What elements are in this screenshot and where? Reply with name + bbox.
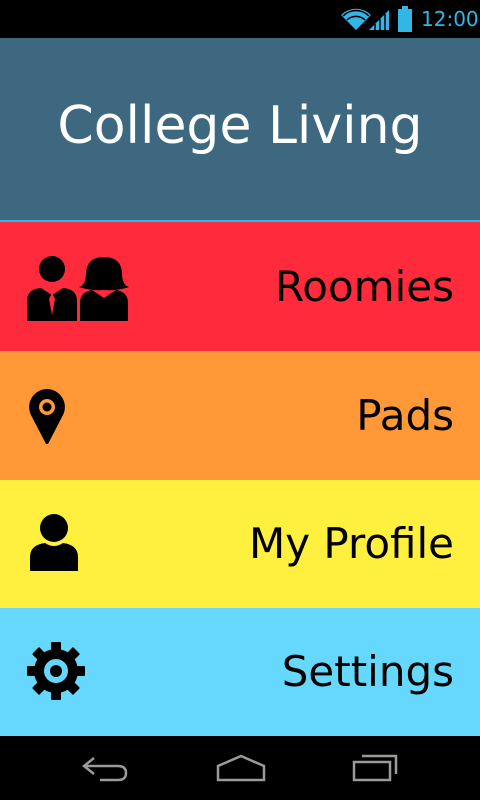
user-icon [30,514,78,571]
menu-item-pads[interactable]: Pads [0,351,480,480]
menu-label-settings: Settings [281,647,454,696]
recent-apps-icon[interactable] [350,750,402,786]
roommates-icon [27,256,129,321]
menu-item-my-profile[interactable]: My Profile [0,480,480,608]
home-icon[interactable] [212,750,270,786]
menu-label-pads: Pads [356,390,454,440]
navigation-bar [0,736,480,800]
location-pin-icon [29,389,65,444]
status-bar: 12:00 [0,0,480,38]
menu-label-roomies: Roomies [275,261,454,311]
back-icon[interactable] [80,750,132,786]
signal-icon [369,10,389,30]
status-clock: 12:00 [421,7,479,31]
menu-item-roomies[interactable]: Roomies [0,222,480,351]
menu-item-settings[interactable]: Settings [0,608,480,736]
app-title: College Living [57,96,423,156]
app-header: College Living [0,38,480,222]
gear-icon [27,642,85,700]
menu-label-my-profile: My Profile [248,519,454,568]
battery-icon [398,6,412,32]
